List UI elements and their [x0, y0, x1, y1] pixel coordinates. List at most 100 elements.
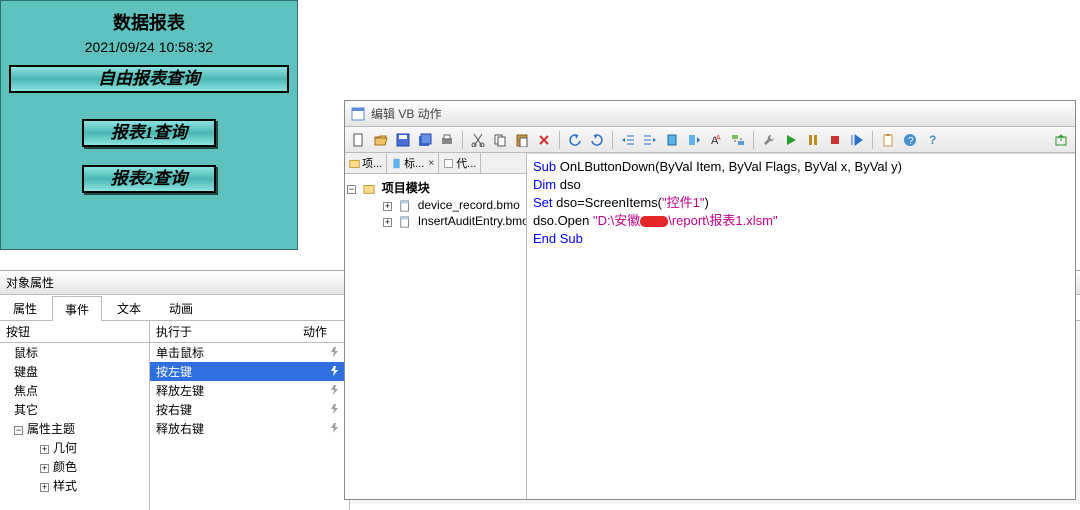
close-icon[interactable]: × [428, 158, 434, 169]
event-label: 释放左键 [156, 382, 204, 399]
run-icon[interactable] [781, 130, 801, 150]
help-icon[interactable]: ? [900, 130, 920, 150]
vb-code-editor[interactable]: Sub OnLButtonDown(ByVal Item, ByVal Flag… [527, 153, 1075, 499]
collapse-icon[interactable]: − [347, 185, 356, 194]
hmi-free-report-button[interactable]: 自由报表查询 [9, 65, 289, 93]
question-icon[interactable]: ? [922, 130, 942, 150]
tab-attributes[interactable]: 属性 [0, 295, 50, 320]
outdent-icon[interactable] [618, 130, 638, 150]
tree-geom[interactable]: +几何 [26, 438, 149, 457]
properties-category-tree: 按钮 鼠标 键盘 焦点 其它 −属性主题 +几何 + 颜色 + 样式 [0, 321, 150, 510]
sidetab-label: 代... [456, 155, 476, 171]
toolbar-separator [872, 131, 873, 149]
toolbar-separator [559, 131, 560, 149]
delete-icon[interactable] [534, 130, 554, 150]
undo-icon[interactable] [565, 130, 585, 150]
step-icon[interactable] [847, 130, 867, 150]
expand-icon[interactable]: + [40, 445, 49, 454]
event-row-rbutton-up[interactable]: 释放右键 [150, 419, 349, 438]
vb-sidetab-bookmarks[interactable]: 标... × [387, 153, 439, 173]
bookmark-icon [391, 158, 402, 169]
tree-root-project-modules[interactable]: − 项目模块 [347, 178, 524, 197]
svg-text:A: A [716, 135, 721, 142]
print-icon[interactable] [437, 130, 457, 150]
event-row-lbutton-down[interactable]: 按左键 [150, 362, 349, 381]
module-icon [349, 158, 360, 169]
bookmark-icon[interactable] [662, 130, 682, 150]
event-row-lbutton-up[interactable]: 释放左键 [150, 381, 349, 400]
vb-project-tree: − 项目模块 + device_record.bmo + InsertAudit… [345, 174, 526, 499]
wrench-icon[interactable] [759, 130, 779, 150]
tree-leaf-label: InsertAuditEntry.bmo [418, 214, 526, 228]
tree-misc[interactable]: 其它 [0, 400, 149, 419]
event-row-click[interactable]: 单击鼠标 [150, 343, 349, 362]
tree-root-label: 项目模块 [382, 181, 430, 195]
text-icon[interactable]: AA [706, 130, 726, 150]
tab-animation[interactable]: 动画 [156, 295, 206, 320]
tree-keyboard[interactable]: 键盘 [0, 362, 149, 381]
event-list: 执行于 动作 单击鼠标 按左键 释放左键 按右键 释放右键 [150, 321, 350, 510]
collapse-icon[interactable]: − [14, 426, 23, 435]
event-row-rbutton-down[interactable]: 按右键 [150, 400, 349, 419]
paste-icon[interactable] [512, 130, 532, 150]
hmi-timestamp: 2021/09/24 10:58:32 [1, 39, 297, 55]
tab-events[interactable]: 事件 [52, 296, 102, 321]
clipboard-icon[interactable] [878, 130, 898, 150]
hmi-report2-button[interactable]: 报表2查询 [82, 165, 216, 193]
hmi-title: 数据报表 [1, 9, 297, 35]
expand-icon[interactable]: + [40, 483, 49, 492]
tree-color[interactable]: + 颜色 [26, 457, 149, 476]
sidetab-label: 项... [362, 155, 382, 171]
redacted-text [640, 216, 668, 227]
pause-icon[interactable] [803, 130, 823, 150]
redo-icon[interactable] [587, 130, 607, 150]
tree-style[interactable]: + 样式 [26, 476, 149, 495]
vb-sidetab-project[interactable]: 项... [345, 153, 387, 173]
sidetab-label: 标... [404, 155, 424, 171]
open-icon[interactable] [371, 130, 391, 150]
stop-icon[interactable] [825, 130, 845, 150]
tree-mouse[interactable]: 鼠标 [0, 343, 149, 362]
tree-color-label: 颜色 [53, 460, 77, 474]
expand-icon[interactable]: + [383, 218, 392, 227]
folder-icon [363, 183, 375, 195]
code-icon [443, 158, 454, 169]
indent-icon[interactable] [640, 130, 660, 150]
tree-style-label: 样式 [53, 479, 77, 493]
tree-attr-theme-label: 属性主题 [27, 422, 75, 436]
bolt-icon [327, 422, 343, 436]
vb-titlebar[interactable]: 编辑 VB 动作 [345, 101, 1075, 127]
expand-icon[interactable]: + [40, 464, 49, 473]
vb-sidetab-code[interactable]: 代... [439, 153, 481, 173]
copy-icon[interactable] [490, 130, 510, 150]
bolt-icon [327, 403, 343, 417]
replace-icon[interactable] [728, 130, 748, 150]
module-icon [399, 216, 411, 228]
save-icon[interactable] [393, 130, 413, 150]
svg-text:?: ? [929, 133, 936, 147]
vb-toolbar: AA ? ? [345, 127, 1075, 153]
tree-attr-theme[interactable]: −属性主题 [0, 419, 149, 438]
tree-leaf-device-record[interactable]: + device_record.bmo [347, 197, 524, 213]
cut-icon[interactable] [468, 130, 488, 150]
new-icon[interactable] [349, 130, 369, 150]
tab-text[interactable]: 文本 [104, 295, 154, 320]
bolt-icon [327, 365, 343, 379]
export-icon[interactable] [1051, 130, 1071, 150]
vb-project-pane: 项... 标... × 代... − 项目模块 + device_record.b… [345, 153, 527, 499]
tree-focus[interactable]: 焦点 [0, 381, 149, 400]
bolt-icon [327, 384, 343, 398]
tree-leaf-insert-audit[interactable]: + InsertAuditEntry.bmo [347, 213, 524, 229]
saveall-icon[interactable] [415, 130, 435, 150]
tree-leaf-label: device_record.bmo [418, 198, 520, 212]
col-exec: 执行于 [156, 323, 303, 340]
svg-text:?: ? [908, 136, 914, 147]
hmi-report1-button[interactable]: 报表1查询 [82, 119, 216, 147]
toolbar-separator [612, 131, 613, 149]
expand-icon[interactable]: + [383, 202, 392, 211]
bookmark-next-icon[interactable] [684, 130, 704, 150]
window-icon [351, 107, 365, 121]
category-head: 按钮 [0, 321, 149, 343]
hmi-panel: 数据报表 2021/09/24 10:58:32 自由报表查询 报表1查询 报表… [0, 0, 298, 250]
col-action: 动作 [303, 323, 343, 340]
